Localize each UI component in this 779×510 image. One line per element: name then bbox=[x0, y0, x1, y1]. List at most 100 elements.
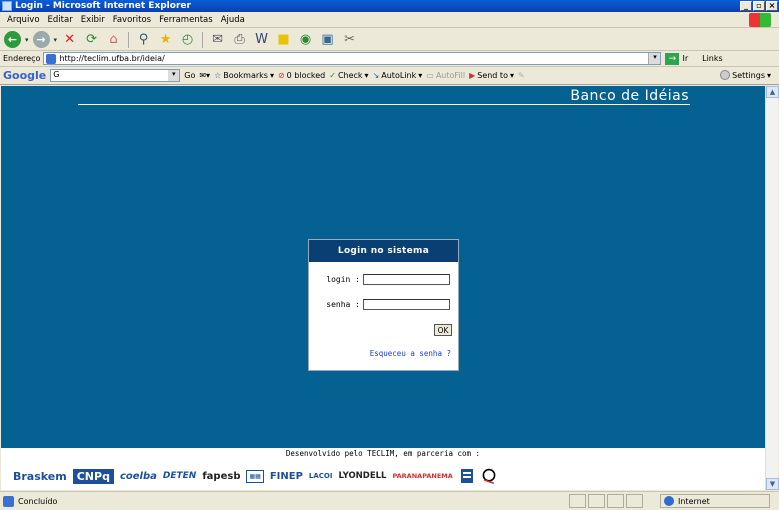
standard-toolbar: ← ▾ → ▾ ✕ ⟳ ⌂ ⚲ ★ ◴ ✉ ⎙ W ■ ◉ ▣ ✂ bbox=[0, 29, 779, 51]
forward-button[interactable]: → bbox=[32, 30, 51, 49]
address-dropdown-icon[interactable]: ▾ bbox=[648, 53, 661, 64]
messenger-icon: ◉ bbox=[299, 32, 312, 47]
mail-button[interactable]: ✉ bbox=[208, 30, 227, 49]
star-icon: ★ bbox=[159, 32, 172, 47]
menu-editar[interactable]: Editar bbox=[44, 15, 77, 25]
login-panel: Login no sistema login : senha : OK Esqu… bbox=[308, 239, 459, 371]
autolink-icon: ↘ bbox=[372, 71, 380, 80]
finep-logo[interactable]: FINEP bbox=[270, 471, 303, 482]
spell-check-button[interactable]: ✓ Check ▾ bbox=[329, 71, 368, 80]
ie-app-icon bbox=[2, 1, 12, 11]
spellcheck-icon: ✓ bbox=[329, 71, 336, 80]
partner-ring-icon[interactable] bbox=[481, 467, 497, 485]
word-icon: W bbox=[255, 32, 268, 47]
lyondell-logo[interactable]: LYONDELL bbox=[339, 471, 387, 481]
login-row: login : bbox=[309, 274, 460, 285]
developed-by-text: Desenvolvido pelo TECLIM, em parceria co… bbox=[285, 449, 481, 458]
menu-arquivo[interactable]: Arquivo bbox=[3, 15, 44, 25]
pencil-icon[interactable]: ✎ bbox=[518, 71, 525, 80]
research-button[interactable]: ▣ bbox=[318, 30, 337, 49]
google-search-input[interactable]: G ▾ bbox=[50, 69, 181, 82]
vertical-scrollbar[interactable]: ▲ ▼ bbox=[765, 86, 779, 490]
window-controls: _ ▫ × bbox=[740, 1, 778, 11]
braskem-logo[interactable]: Braskem bbox=[13, 470, 67, 483]
menu-favoritos[interactable]: Favoritos bbox=[109, 15, 155, 25]
forward-dropdown-icon[interactable]: ▾ bbox=[54, 36, 58, 44]
tools-button[interactable]: ✂ bbox=[340, 30, 359, 49]
password-input[interactable] bbox=[363, 299, 450, 310]
settings-button[interactable]: Settings ▾ bbox=[720, 70, 771, 80]
paranapanema-logo[interactable]: PARANAPANEMA bbox=[392, 472, 452, 480]
deten-logo[interactable]: DETEN bbox=[163, 471, 196, 481]
home-button[interactable]: ⌂ bbox=[104, 30, 123, 49]
go-button[interactable]: → Ir bbox=[665, 52, 689, 65]
blocked-icon: ⊘ bbox=[277, 71, 285, 80]
menu-bar: Arquivo Editar Exibir Favoritos Ferramen… bbox=[0, 12, 779, 28]
maximize-button[interactable]: ▫ bbox=[753, 1, 765, 11]
bookmarks-button[interactable]: ☆ Bookmarks ▾ bbox=[214, 71, 274, 80]
login-label: login : bbox=[326, 275, 360, 284]
menu-ferramentas[interactable]: Ferramentas bbox=[155, 15, 217, 25]
zone-label: Internet bbox=[678, 496, 710, 506]
menu-exibir[interactable]: Exibir bbox=[77, 15, 109, 25]
status-bar: Concluído Internet bbox=[0, 491, 779, 510]
links-button[interactable]: Links bbox=[702, 54, 723, 63]
edit-button[interactable]: W bbox=[252, 30, 271, 49]
back-dropdown-icon[interactable]: ▾ bbox=[25, 36, 29, 44]
back-button[interactable]: ← bbox=[3, 30, 22, 49]
search-icon: ⚲ bbox=[138, 32, 149, 47]
history-icon: ◴ bbox=[181, 32, 194, 47]
folder-icon: ■ bbox=[277, 32, 290, 47]
send-to-button[interactable]: ▶ Send to ▾ bbox=[469, 71, 514, 80]
discuss-button[interactable]: ■ bbox=[274, 30, 293, 49]
google-logo[interactable]: Google bbox=[3, 69, 46, 82]
messenger-button[interactable]: ◉ bbox=[296, 30, 315, 49]
login-input[interactable] bbox=[363, 274, 450, 285]
minimize-button[interactable]: _ bbox=[740, 1, 752, 11]
site-title: Banco de Idéias bbox=[570, 88, 689, 104]
coelba-logo[interactable]: coelba bbox=[120, 471, 157, 482]
fapesb-logo[interactable]: fapesb bbox=[202, 471, 240, 482]
status-panes bbox=[569, 494, 643, 508]
address-url: http://teclim.ufba.br/ideia/ bbox=[59, 54, 165, 63]
history-button[interactable]: ◴ bbox=[178, 30, 197, 49]
stop-button[interactable]: ✕ bbox=[60, 30, 79, 49]
ufba-crest-icon[interactable] bbox=[459, 467, 475, 485]
google-toolbar: Google G ▾ Go ✉▾ ☆ Bookmarks ▾ ⊘ 0 blocked … bbox=[0, 67, 779, 85]
search-button[interactable]: ⚲ bbox=[134, 30, 153, 49]
printer-icon: ⎙ bbox=[234, 32, 245, 47]
address-bar: Endereço http://teclim.ufba.br/ideia/ ▾ … bbox=[0, 51, 779, 67]
settings-icon bbox=[720, 70, 731, 80]
page-background: Banco de Idéias Login no sistema login :… bbox=[1, 86, 765, 448]
popup-blocker-button[interactable]: ⊘ 0 blocked bbox=[278, 71, 325, 80]
password-label: senha : bbox=[326, 300, 360, 309]
scroll-up-icon[interactable]: ▲ bbox=[766, 86, 779, 98]
research-icon: ▣ bbox=[321, 32, 334, 47]
go-arrow-icon: → bbox=[665, 52, 680, 65]
status-pane bbox=[626, 494, 643, 508]
forgot-password-link[interactable]: Esqueceu a senha ? bbox=[370, 349, 451, 358]
favorites-button[interactable]: ★ bbox=[156, 30, 175, 49]
google-search-dropdown-icon[interactable]: ▾ bbox=[168, 70, 180, 81]
page-done-icon bbox=[3, 495, 14, 507]
close-button[interactable]: × bbox=[766, 1, 778, 11]
send-to-icon: ▶ bbox=[469, 71, 476, 80]
scroll-down-icon[interactable]: ▼ bbox=[766, 478, 779, 490]
security-zone[interactable]: Internet bbox=[660, 494, 770, 508]
autolink-button[interactable]: ↘ AutoLink ▾ bbox=[373, 71, 423, 80]
fundacao-logo[interactable]: ▦▦ bbox=[246, 469, 264, 483]
lacoi-logo[interactable]: LACOI bbox=[309, 472, 333, 480]
go-label: Ir bbox=[682, 54, 689, 63]
autofill-button[interactable]: ▭ AutoFill bbox=[426, 71, 465, 80]
google-go-button[interactable]: Go bbox=[184, 71, 195, 80]
refresh-button[interactable]: ⟳ bbox=[82, 30, 101, 49]
print-button[interactable]: ⎙ bbox=[230, 30, 249, 49]
home-icon: ⌂ bbox=[109, 32, 118, 47]
address-input[interactable]: http://teclim.ufba.br/ideia/ ▾ bbox=[43, 52, 662, 65]
ok-button[interactable]: OK bbox=[434, 324, 452, 336]
title-divider bbox=[78, 104, 690, 105]
menu-ajuda[interactable]: Ajuda bbox=[217, 15, 249, 25]
status-pane bbox=[607, 494, 624, 508]
cnpq-logo[interactable]: CNPq bbox=[72, 468, 114, 484]
google-news-icon[interactable]: ✉▾ bbox=[199, 71, 210, 80]
